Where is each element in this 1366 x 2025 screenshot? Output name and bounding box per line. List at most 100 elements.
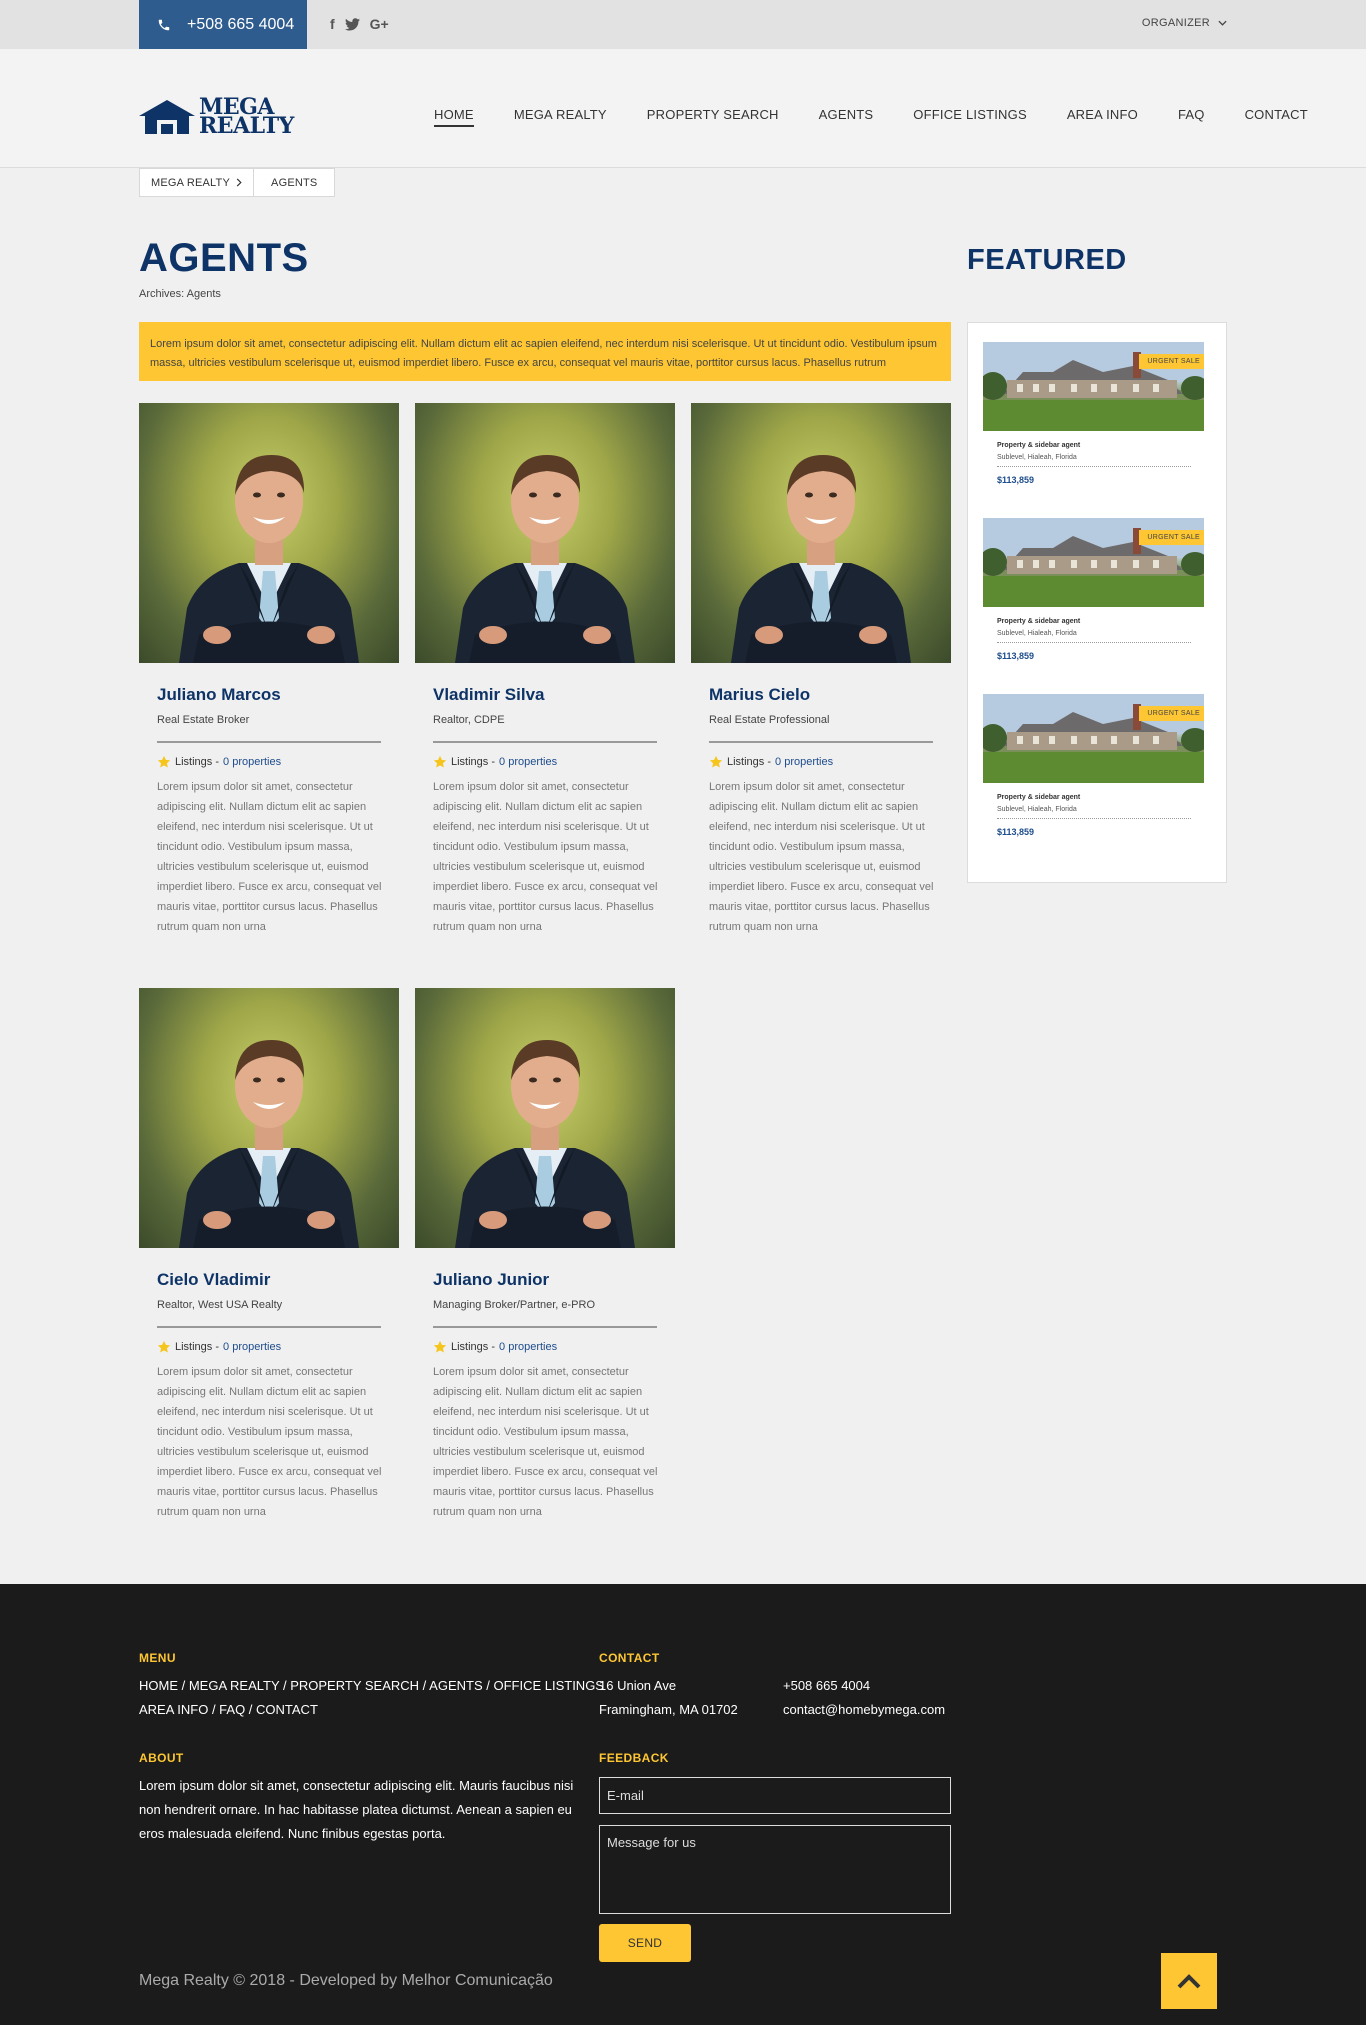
agent-photo[interactable] — [139, 988, 399, 1248]
agent-description: Lorem ipsum dolor sit amet, consectetur … — [709, 781, 934, 933]
footer-menu-heading: MENU — [139, 1651, 176, 1665]
breadcrumb: MEGA REALTY AGENTS — [139, 168, 336, 197]
footer-menu-line-1[interactable]: HOME / MEGA REALTY / PROPERTY SEARCH / A… — [139, 1674, 604, 1698]
agent-portrait-image — [179, 1040, 359, 1248]
listings-count-link[interactable]: 0 properties — [775, 756, 833, 768]
featured-title: FEATURED — [967, 244, 1127, 276]
agent-name[interactable]: Juliano Junior — [433, 1270, 657, 1290]
nav-property-search[interactable]: PROPERTY SEARCH — [647, 107, 779, 127]
back-to-top-button[interactable] — [1161, 1953, 1217, 2009]
agent-card[interactable]: Juliano Marcos Real Estate Broker Listin… — [139, 403, 399, 937]
nav-mega-realty[interactable]: MEGA REALTY — [514, 107, 607, 127]
nav-faq[interactable]: FAQ — [1178, 107, 1205, 127]
facebook-icon[interactable]: f — [330, 16, 335, 32]
agent-name[interactable]: Juliano Marcos — [157, 685, 381, 705]
agent-info: Juliano Marcos Real Estate Broker Listin… — [139, 663, 399, 937]
agent-name[interactable]: Marius Cielo — [709, 685, 933, 705]
agent-name[interactable]: Cielo Vladimir — [157, 1270, 381, 1290]
star-icon — [709, 755, 723, 768]
footer-email[interactable]: contact@homebymega.com — [783, 1698, 945, 1722]
phone-box[interactable]: +508 665 4004 — [139, 0, 307, 49]
agent-description: Lorem ipsum dolor sit amet, consectetur … — [157, 1366, 382, 1518]
agent-name[interactable]: Vladimir Silva — [433, 685, 657, 705]
divider — [433, 1326, 657, 1328]
send-button[interactable]: SEND — [599, 1924, 691, 1962]
agent-info: Vladimir Silva Realtor, CDPE Listings - … — [415, 663, 675, 937]
organizer-dropdown[interactable]: ORGANIZER — [1142, 17, 1227, 29]
nav-agents[interactable]: AGENTS — [819, 107, 874, 127]
property-thumbnail[interactable]: URGENT SALE — [983, 694, 1204, 783]
listings-count-link[interactable]: 0 properties — [223, 1341, 281, 1353]
featured-property[interactable]: URGENT SALE Property & sidebar agent Sub… — [983, 694, 1208, 837]
dotted-divider — [997, 466, 1191, 467]
agent-listings: Listings - 0 properties — [709, 755, 933, 769]
featured-property[interactable]: URGENT SALE Property & sidebar agent Sub… — [983, 518, 1208, 661]
logo[interactable]: MEGA REALTY — [139, 96, 294, 137]
agent-description: Lorem ipsum dolor sit amet, consectetur … — [157, 781, 382, 933]
nav-home[interactable]: HOME — [434, 107, 474, 127]
footer-menu-line-2[interactable]: AREA INFO / FAQ / CONTACT — [139, 1698, 318, 1722]
agent-card[interactable]: Vladimir Silva Realtor, CDPE Listings - … — [415, 403, 675, 937]
nav-office-listings[interactable]: OFFICE LISTINGS — [913, 107, 1027, 127]
chevron-up-icon — [1177, 1974, 1201, 1989]
listings-label: Listings - — [175, 1341, 220, 1353]
breadcrumb-item-mega-realty[interactable]: MEGA REALTY — [139, 168, 255, 197]
divider — [157, 741, 381, 743]
breadcrumb-item-agents[interactable]: AGENTS — [254, 168, 336, 197]
feedback-email-input[interactable] — [599, 1777, 951, 1814]
agent-role: Realtor, West USA Realty — [157, 1299, 283, 1311]
agent-photo[interactable] — [691, 403, 951, 663]
footer-feedback-heading: FEEDBACK — [599, 1751, 669, 1765]
divider — [709, 741, 933, 743]
listings-label: Listings - — [451, 1341, 496, 1353]
agent-info: Juliano Junior Managing Broker/Partner, … — [415, 1248, 675, 1522]
agent-role: Managing Broker/Partner, e-PRO — [433, 1299, 596, 1311]
footer-about-heading: ABOUT — [139, 1751, 184, 1765]
agent-info: Cielo Vladimir Realtor, West USA Realty … — [139, 1248, 399, 1522]
phone-icon — [158, 19, 170, 30]
urgent-sale-badge: URGENT SALE — [1139, 706, 1204, 721]
agent-photo[interactable] — [415, 988, 675, 1248]
featured-box: URGENT SALE Property & sidebar agent Sub… — [967, 322, 1227, 883]
star-icon — [157, 1340, 171, 1353]
twitter-icon[interactable] — [344, 17, 360, 31]
property-title[interactable]: Property & sidebar agent — [997, 794, 1208, 801]
notice-banner: Lorem ipsum dolor sit amet, consectetur … — [139, 322, 951, 381]
listings-label: Listings - — [175, 756, 220, 768]
logo-text: MEGA REALTY — [199, 96, 294, 137]
agent-listings: Listings - 0 properties — [157, 1340, 381, 1354]
property-thumbnail[interactable]: URGENT SALE — [983, 518, 1204, 607]
nav-area-info[interactable]: AREA INFO — [1067, 107, 1138, 127]
property-title[interactable]: Property & sidebar agent — [997, 442, 1208, 449]
footer-about-text: Lorem ipsum dolor sit amet, consectetur … — [139, 1778, 574, 1841]
chevron-down-icon — [1218, 20, 1227, 26]
property-thumbnail[interactable]: URGENT SALE — [983, 342, 1204, 431]
agent-photo[interactable] — [139, 403, 399, 663]
dotted-divider — [997, 642, 1191, 643]
footer-address-2: Framingham, MA 01702 — [599, 1702, 738, 1717]
agent-card[interactable]: Marius Cielo Real Estate Professional Li… — [691, 403, 951, 937]
agent-photo[interactable] — [415, 403, 675, 663]
google-plus-icon[interactable]: G+ — [370, 16, 389, 32]
agent-card[interactable]: Cielo Vladimir Realtor, West USA Realty … — [139, 988, 399, 1522]
footer-contact-heading: CONTACT — [599, 1651, 660, 1665]
nav-contact[interactable]: CONTACT — [1245, 107, 1308, 127]
star-icon — [157, 755, 171, 768]
star-icon — [433, 755, 447, 768]
agent-portrait-image — [731, 455, 911, 663]
footer-phone[interactable]: +508 665 4004 — [783, 1674, 870, 1698]
agent-description: Lorem ipsum dolor sit amet, consectetur … — [433, 1366, 658, 1518]
agent-portrait-image — [455, 1040, 635, 1248]
agent-role: Real Estate Broker — [157, 714, 250, 726]
listings-count-link[interactable]: 0 properties — [499, 1341, 557, 1353]
property-address: Sublevel, Hialeah, Florida — [997, 454, 1077, 461]
agent-card[interactable]: Juliano Junior Managing Broker/Partner, … — [415, 988, 675, 1522]
listings-count-link[interactable]: 0 properties — [499, 756, 557, 768]
social-links: f G+ — [330, 16, 389, 32]
listings-count-link[interactable]: 0 properties — [223, 756, 281, 768]
star-icon — [433, 1340, 447, 1353]
feedback-message-input[interactable] — [599, 1825, 951, 1914]
featured-property[interactable]: URGENT SALE Property & sidebar agent Sub… — [983, 342, 1208, 485]
listings-label: Listings - — [727, 756, 772, 768]
property-title[interactable]: Property & sidebar agent — [997, 618, 1208, 625]
